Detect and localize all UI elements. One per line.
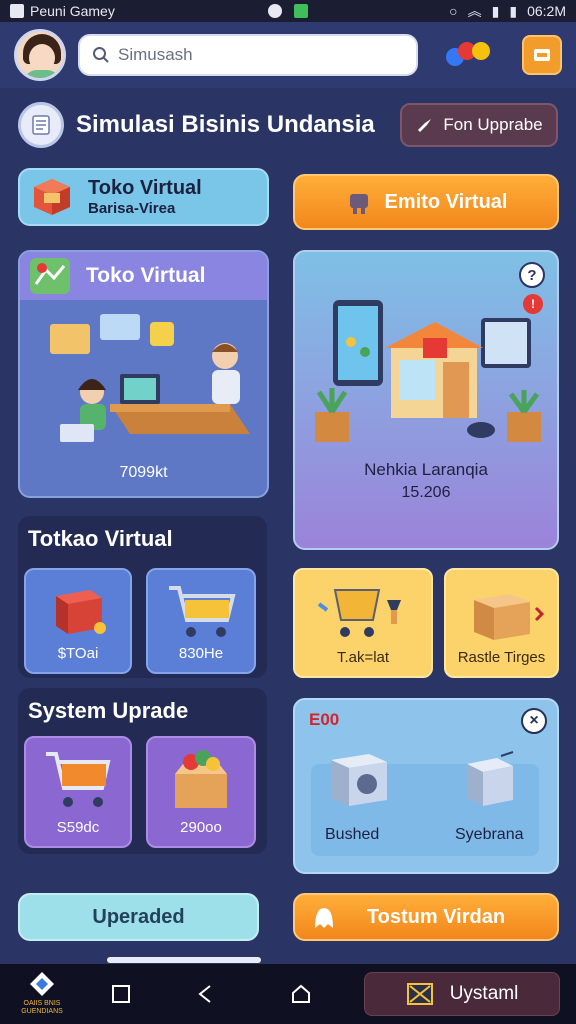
map-icon (30, 258, 70, 294)
tostum-label: Tostum Virdan (366, 905, 506, 928)
nehkia-value: 15.206 (401, 484, 451, 501)
tile-label: T.ak=lat (336, 649, 390, 666)
uperaded-label: Uperaded (92, 905, 185, 928)
tile-label: Rastle Tirges (457, 649, 546, 666)
back-button[interactable] (186, 975, 224, 1013)
paw-icon (268, 4, 282, 18)
scroll-handle[interactable] (107, 957, 261, 963)
tile-label: $TOai (57, 645, 99, 662)
emito-label: Emito Virtual (384, 190, 508, 213)
parcel-box-icon (473, 594, 544, 640)
gift-box-icon (56, 590, 106, 634)
recent-apps-button[interactable] (102, 975, 140, 1013)
store-illustration (315, 300, 541, 442)
search-icon (93, 47, 109, 63)
bushed-item-label: Syebrana (455, 826, 524, 843)
search-input[interactable]: Simusash (78, 34, 418, 76)
emito-virtual-button[interactable]: Emito Virtual (293, 174, 559, 230)
system-label: Uystaml (449, 983, 519, 1004)
bushed-panel: E00 × Bushed Syebrana (293, 698, 559, 874)
cart-store-icon (317, 589, 401, 637)
home-icon (292, 984, 310, 1003)
app-notification-icon (10, 4, 24, 18)
status-app-name: Peuni Gamey (30, 3, 115, 19)
tile-gift-box[interactable]: $TOai (24, 568, 132, 674)
orange-cart-icon (46, 752, 111, 807)
title-row: Simulasi Bisinis Undansia Fon Upprabe (0, 96, 576, 154)
inbox-icon (534, 49, 550, 61)
goods-box-icon (175, 750, 227, 808)
bushed-number: E00 (309, 710, 340, 729)
toko-big-price: 7099kt (119, 464, 168, 481)
tile-orange-cart[interactable]: S59dc (24, 736, 132, 848)
totkao-virtual-section: Totkao Virtual $TOai 830He (18, 516, 267, 678)
rocket-icon (418, 119, 432, 132)
signal-icon: ▮ (491, 2, 500, 19)
home-button[interactable] (282, 975, 320, 1013)
page-title: Simulasi Bisinis Undansia (76, 111, 375, 138)
avatar[interactable] (14, 29, 66, 81)
image-frame-icon (406, 983, 433, 1005)
tile-label: 290oo (180, 819, 222, 836)
tile-label: S59dc (56, 819, 100, 836)
totkao-title: Totkao Virtual (28, 526, 173, 551)
wifi-icon: ︽ (467, 3, 482, 19)
app-logo[interactable]: OAIIS BNIS GUENDIANS (16, 970, 68, 1018)
system-upgrade-title: System Uprade (28, 698, 189, 723)
server-icon (467, 751, 514, 806)
close-icon[interactable]: × (521, 708, 547, 734)
battery-icon: ▮ (509, 2, 518, 19)
back-arrow-icon (198, 985, 211, 1003)
nehkia-store-card[interactable]: ? ! Nehkia Laranqia 15.206 (293, 250, 559, 550)
download-icon (294, 4, 308, 18)
tostum-virdan-button[interactable]: Tostum Virdan (293, 893, 559, 941)
status-bar: Peuni Gamey ○ ︽ ▮ ▮ 06:2M (0, 0, 576, 22)
upgrade-button[interactable]: Fon Upprabe (400, 103, 558, 147)
diamond-logo-icon (30, 972, 54, 996)
shopping-cart-icon (169, 586, 236, 637)
system-upgrade-section: System Uprade S59dc 290oo (18, 688, 267, 854)
navigation-bar: OAIIS BNIS GUENDIANS Uystaml (0, 964, 576, 1024)
system-button[interactable]: Uystaml (364, 972, 560, 1016)
inbox-button[interactable] (522, 35, 562, 75)
shop-box-icon (34, 179, 70, 215)
search-placeholder: Simusash (118, 45, 193, 64)
ghost-icon (315, 908, 333, 928)
toko-small-title: Toko Virtual (88, 177, 202, 199)
tile-shopping-cart[interactable]: 830He (146, 568, 256, 674)
game-services-icon[interactable] (446, 40, 494, 70)
top-bar: Simusash (0, 22, 576, 88)
tile-goods-box[interactable]: 290oo (146, 736, 256, 848)
bushed-item-label: Bushed (325, 826, 380, 843)
logo-text: OAIIS BNIS GUENDIANS (21, 1000, 63, 1015)
document-icon (18, 102, 64, 148)
tile-label: 830He (178, 645, 224, 662)
toko-big-title: Toko Virtual (86, 264, 206, 287)
toko-virtual-feature-card[interactable]: Toko Virtual 7099kt (18, 250, 269, 498)
square-icon (112, 985, 130, 1003)
tile-cart-store[interactable]: T.ak=lat (293, 568, 433, 678)
toko-virtual-card[interactable]: Toko Virtual Barisa-Virea (18, 168, 269, 226)
tile-parcel[interactable]: Rastle Tirges (444, 568, 559, 678)
nehkia-caption: Nehkia Laranqia (364, 460, 488, 479)
status-time: 06:2M (527, 3, 566, 19)
toko-small-subtitle: Barisa-Virea (88, 200, 176, 217)
uperaded-button[interactable]: Uperaded (18, 893, 259, 941)
office-illustration (50, 314, 250, 442)
alarm-icon: ○ (449, 3, 458, 19)
upgrade-label: Fon Upprabe (443, 115, 543, 134)
washer-icon (331, 754, 387, 806)
robot-icon (349, 194, 368, 214)
